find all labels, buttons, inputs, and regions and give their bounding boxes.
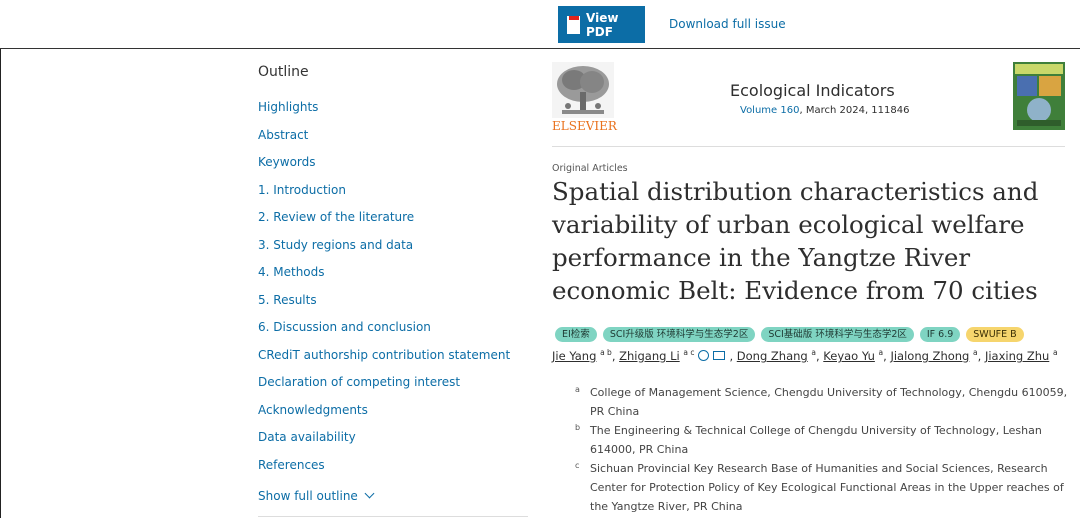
- badge-impact-factor: IF 6.9: [919, 327, 961, 342]
- author-affiliation-marker: a: [878, 348, 884, 357]
- outline-item-abstract[interactable]: Abstract: [258, 128, 510, 156]
- pdf-icon: [567, 15, 580, 34]
- affiliation-label: b: [575, 423, 581, 432]
- author-link[interactable]: Jialong Zhong: [890, 349, 969, 363]
- outline-divider: [258, 516, 528, 517]
- badge-ei: EI检索: [555, 327, 597, 342]
- affiliation-item: c Sichuan Provincial Key Research Base of…: [575, 459, 1075, 516]
- badge-swufe: SWUFE B: [966, 327, 1024, 342]
- author-affiliation-marker: a: [1052, 348, 1058, 357]
- volume-info: Volume 160, March 2024, 111846: [740, 105, 909, 116]
- author-list: Jie Yang a b, Zhigang Li a c, Dong Zhang…: [552, 348, 1058, 363]
- publisher-name: ELSEVIER: [552, 119, 617, 133]
- affiliation-text: The Engineering & Technical College of C…: [590, 424, 1042, 456]
- top-toolbar: View PDF Download full issue: [0, 0, 1080, 49]
- badge-sci-upgraded: SCI升级版 环境科学与生态学2区: [602, 327, 756, 342]
- article-type: Original Articles: [552, 163, 628, 174]
- affiliation-label: c: [575, 461, 580, 470]
- outline-list: Highlights Abstract Keywords 1. Introduc…: [258, 100, 510, 485]
- author-link[interactable]: Jie Yang: [552, 349, 596, 363]
- chevron-down-icon: [364, 488, 375, 499]
- show-full-outline-button[interactable]: Show full outline: [258, 488, 375, 503]
- outline-item-results[interactable]: 5. Results: [258, 293, 510, 321]
- view-pdf-button[interactable]: View PDF: [558, 6, 645, 43]
- author-affiliation-marker: a c: [683, 348, 695, 357]
- affiliation-list: a College of Management Science, Chengdu …: [575, 383, 1075, 516]
- affiliation-item: b The Engineering & Technical College of …: [575, 421, 1075, 459]
- affiliation-label: a: [575, 385, 580, 394]
- outline-item-keywords[interactable]: Keywords: [258, 155, 510, 183]
- volume-date: , March 2024, 111846: [799, 105, 910, 116]
- outline-item-discussion[interactable]: 6. Discussion and conclusion: [258, 320, 510, 348]
- badge-sci-basic: SCI基础版 环境科学与生态学2区: [761, 327, 914, 342]
- show-full-outline-label: Show full outline: [258, 489, 358, 503]
- outline-item-acknowledgments[interactable]: Acknowledgments: [258, 403, 510, 431]
- outline-title: Outline: [258, 64, 309, 80]
- view-pdf-label: View PDF: [586, 10, 619, 39]
- download-full-issue-link[interactable]: Download full issue: [669, 17, 786, 31]
- volume-link[interactable]: Volume 160: [740, 105, 799, 116]
- outline-item-study-regions[interactable]: 3. Study regions and data: [258, 238, 510, 266]
- index-badges: EI检索 SCI升级版 环境科学与生态学2区 SCI基础版 环境科学与生态学2区…: [555, 327, 1024, 342]
- author-affiliation-marker: a: [973, 348, 978, 357]
- header-divider: [552, 146, 1065, 147]
- outline-item-methods[interactable]: 4. Methods: [258, 265, 510, 293]
- affiliation-text: College of Management Science, Chengdu U…: [590, 386, 1068, 418]
- article-title: Spatial distribution characteristics and…: [552, 177, 1039, 305]
- outline-item-competing-interest[interactable]: Declaration of competing interest: [258, 375, 510, 403]
- author-link[interactable]: Dong Zhang: [737, 349, 808, 363]
- affiliation-item: a College of Management Science, Chengdu …: [575, 383, 1075, 421]
- author-affiliation-marker: a b: [600, 348, 612, 357]
- email-icon[interactable]: [713, 350, 726, 360]
- outline-item-introduction[interactable]: 1. Introduction: [258, 183, 510, 211]
- author-link[interactable]: Zhigang Li: [619, 349, 680, 363]
- outline-item-literature-review[interactable]: 2. Review of the literature: [258, 210, 510, 238]
- author-link[interactable]: Keyao Yu: [823, 349, 875, 363]
- author-link[interactable]: Jiaxing Zhu: [985, 349, 1049, 363]
- person-icon[interactable]: [698, 349, 710, 361]
- journal-title[interactable]: Ecological Indicators: [730, 81, 895, 100]
- affiliation-text: Sichuan Provincial Key Research Base of …: [590, 462, 1064, 513]
- outline-item-credit[interactable]: CRediT authorship contribution statement: [258, 348, 510, 376]
- outline-item-data-availability[interactable]: Data availability: [258, 430, 510, 458]
- outline-item-references[interactable]: References: [258, 458, 510, 486]
- journal-cover-thumbnail[interactable]: [1013, 62, 1065, 130]
- author-affiliation-marker: a: [811, 348, 816, 357]
- outline-item-highlights[interactable]: Highlights: [258, 100, 510, 128]
